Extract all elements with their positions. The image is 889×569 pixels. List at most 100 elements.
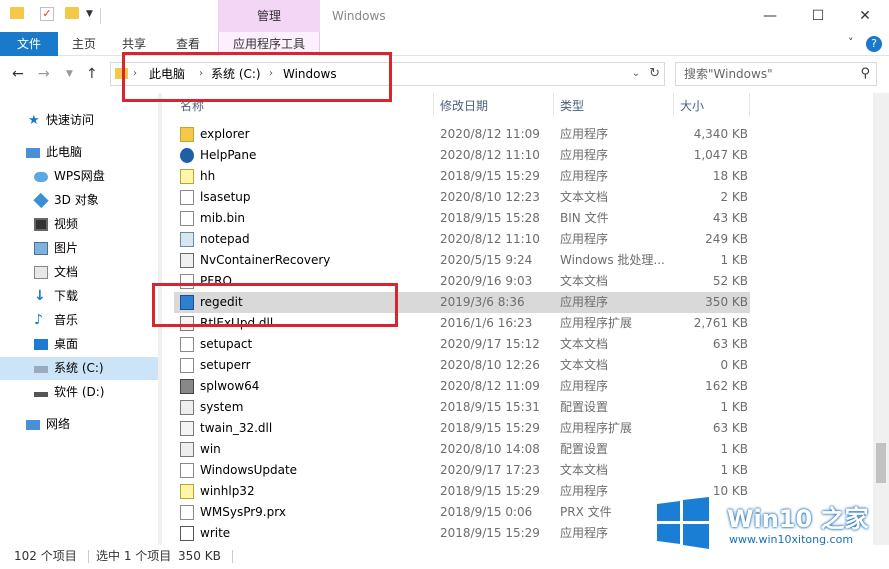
sidebar-item-label: WPS网盘 <box>54 169 105 183</box>
sidebar-item-label: 软件 (D:) <box>54 385 105 399</box>
file-name: notepad <box>200 232 250 246</box>
sidebar-item-system-c[interactable]: 系统 (C:) <box>0 357 158 380</box>
sidebar-item-music[interactable]: ♪ 音乐 <box>0 309 158 332</box>
sidebar-item-software-d[interactable]: 软件 (D:) <box>0 381 158 404</box>
sidebar-item-network[interactable]: 网络 <box>0 413 158 436</box>
batch-file-icon <box>180 253 194 268</box>
sidebar-item-wps-cloud[interactable]: WPS网盘 <box>0 165 158 188</box>
table-row[interactable]: regedit 2019/3/6 8:36 应用程序 350 KB <box>174 292 750 313</box>
help-doc-icon <box>180 484 194 499</box>
file-type: 应用程序 <box>560 295 609 309</box>
table-row[interactable]: setuperr 2020/8/10 12:26 文本文档 0 KB <box>174 355 750 376</box>
settings-file-icon <box>180 442 194 457</box>
file-name: WindowsUpdate <box>200 463 298 477</box>
regedit-icon <box>180 295 194 310</box>
table-row[interactable]: system 2018/9/15 15:31 配置设置 1 KB <box>174 397 750 418</box>
text-file-icon <box>180 190 194 205</box>
file-name: splwow64 <box>200 379 260 393</box>
table-row[interactable]: PFRO 2020/9/16 9:03 文本文档 52 KB <box>174 271 750 292</box>
tab-manage[interactable]: 管理 <box>218 0 320 32</box>
recent-locations-chevron-icon[interactable]: ▼ <box>66 69 73 79</box>
sidebar-item-label: 桌面 <box>54 337 79 351</box>
new-folder-icon[interactable] <box>65 7 79 19</box>
network-icon <box>26 420 40 430</box>
properties-icon[interactable]: ✓ <box>40 7 54 21</box>
address-bar[interactable]: › 此电脑 › 系统 (C:) › Windows ⌄ ↻ <box>110 62 665 86</box>
refresh-icon[interactable]: ↻ <box>649 63 660 85</box>
tab-view[interactable]: 查看 <box>166 32 210 56</box>
table-row[interactable]: win 2020/8/10 14:08 配置设置 1 KB <box>174 439 750 460</box>
printer-icon <box>180 379 194 394</box>
file-size: 43 KB <box>712 211 748 225</box>
file-name: system <box>200 400 244 414</box>
tab-home[interactable]: 主页 <box>62 32 106 56</box>
expand-ribbon-chevron-icon[interactable]: ˅ <box>848 36 854 49</box>
table-row[interactable]: splwow64 2020/8/12 11:09 应用程序 162 KB <box>174 376 750 397</box>
sidebar-item-desktop[interactable]: 桌面 <box>0 333 158 356</box>
table-row[interactable]: twain_32.dll 2018/9/15 15:29 应用程序扩展 63 KB <box>174 418 750 439</box>
sidebar-item-label: 此电脑 <box>46 145 83 159</box>
sidebar-item-downloads[interactable]: ↓ 下载 <box>0 285 158 308</box>
file-type: 配置设置 <box>560 400 609 414</box>
sidebar-item-videos[interactable]: 视频 <box>0 213 158 236</box>
sidebar-item-this-pc[interactable]: 此电脑 <box>0 141 158 164</box>
drive-icon <box>34 392 48 397</box>
maximize-button[interactable]: ☐ <box>798 0 838 32</box>
file-name: win <box>200 442 221 456</box>
table-row[interactable]: lsasetup 2020/8/10 12:23 文本文档 2 KB <box>174 187 750 208</box>
address-dropdown-chevron-icon[interactable]: ⌄ <box>632 63 640 85</box>
tab-share[interactable]: 共享 <box>112 32 156 56</box>
breadcrumb-separator-icon[interactable]: › <box>269 63 273 85</box>
table-row[interactable]: hh 2018/9/15 15:29 应用程序 18 KB <box>174 166 750 187</box>
file-name: WMSysPr9.prx <box>200 505 286 519</box>
breadcrumb-this-pc[interactable]: 此电脑 <box>149 63 185 85</box>
file-size: 1 KB <box>720 463 748 477</box>
file-date: 2020/9/17 17:23 <box>440 463 540 477</box>
column-header-size[interactable]: 大小 <box>674 93 750 117</box>
scrollbar-thumb[interactable] <box>876 443 886 483</box>
table-row[interactable]: mib.bin 2018/9/15 15:28 BIN 文件 43 KB <box>174 208 750 229</box>
breadcrumb-system-c[interactable]: 系统 (C:) <box>211 63 261 85</box>
folder-icon[interactable] <box>10 7 24 19</box>
breadcrumb-windows[interactable]: Windows <box>283 63 337 85</box>
breadcrumb-separator-icon[interactable]: › <box>133 63 137 85</box>
search-placeholder: 搜索"Windows" <box>684 67 773 81</box>
file-type: 应用程序 <box>560 148 609 162</box>
back-arrow-icon[interactable]: ← <box>12 66 24 82</box>
up-arrow-icon[interactable]: ↑ <box>86 66 98 82</box>
search-input[interactable]: 搜索"Windows" ⚲ <box>675 62 877 86</box>
file-type: BIN 文件 <box>560 211 609 225</box>
table-row[interactable]: setupact 2020/9/17 15:12 文本文档 63 KB <box>174 334 750 355</box>
file-list-scrollbar[interactable] <box>873 93 889 545</box>
sidebar-item-3d-objects[interactable]: 3D 对象 <box>0 189 158 212</box>
sidebar-item-pictures[interactable]: 图片 <box>0 237 158 260</box>
table-row[interactable]: explorer 2020/8/12 11:09 应用程序 4,340 KB <box>174 124 750 145</box>
minimize-button[interactable]: — <box>750 0 790 32</box>
file-size: 2,761 KB <box>693 316 748 330</box>
sidebar-item-quick-access[interactable]: ★ 快速访问 <box>0 109 158 132</box>
file-type: 配置设置 <box>560 442 609 456</box>
table-row[interactable]: RtlExUpd.dll 2016/1/6 16:23 应用程序扩展 2,761 KB <box>174 313 750 334</box>
sidebar-item-documents[interactable]: 文档 <box>0 261 158 284</box>
text-file-icon <box>180 358 194 373</box>
table-row[interactable]: HelpPane 2020/8/12 11:10 应用程序 1,047 KB <box>174 145 750 166</box>
column-header-type[interactable]: 类型 <box>554 93 674 117</box>
table-row[interactable]: NvContainerRecovery 2020/5/15 9:24 Windows… <box>174 250 750 271</box>
tab-application-tools[interactable]: 应用程序工具 <box>218 32 320 56</box>
breadcrumb-separator-icon[interactable]: › <box>199 63 203 85</box>
column-header-date[interactable]: 修改日期 <box>434 93 554 117</box>
search-icon[interactable]: ⚲ <box>860 63 870 85</box>
divider <box>100 8 101 24</box>
forward-arrow-icon[interactable]: → <box>38 66 50 82</box>
help-icon[interactable]: ? <box>866 36 882 52</box>
sidebar-item-label: 下载 <box>54 289 79 303</box>
file-type: 应用程序扩展 <box>560 316 633 330</box>
column-header-name[interactable]: 名称 <box>174 93 434 117</box>
close-button[interactable]: ✕ <box>845 0 885 32</box>
tab-file[interactable]: 文件 <box>0 32 58 56</box>
table-row[interactable]: notepad 2020/8/12 11:10 应用程序 249 KB <box>174 229 750 250</box>
customize-toolbar-chevron-icon[interactable]: ▼ <box>86 9 93 19</box>
file-date: 2018/9/15 15:29 <box>440 421 540 435</box>
star-icon: ★ <box>28 113 40 128</box>
table-row[interactable]: WindowsUpdate 2020/9/17 17:23 文本文档 1 KB <box>174 460 750 481</box>
